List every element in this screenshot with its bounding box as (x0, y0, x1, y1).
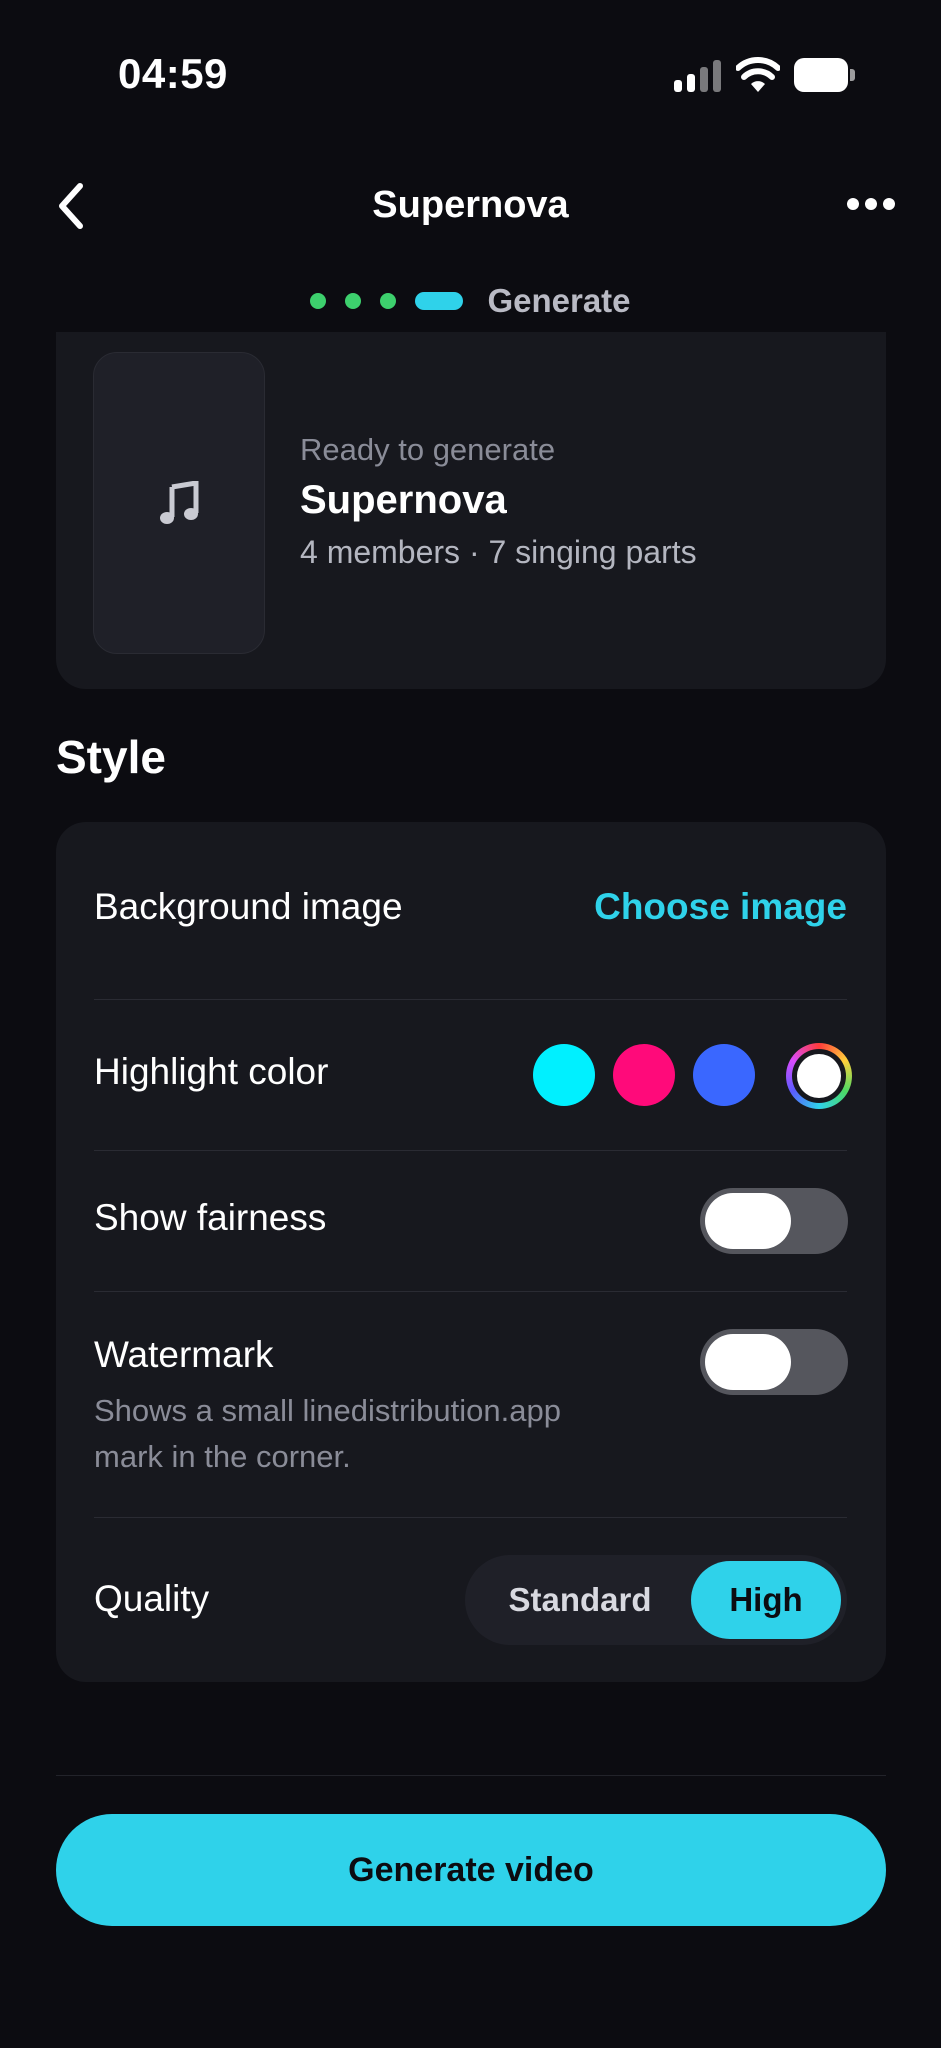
divider (94, 1150, 847, 1151)
step-current-pill (415, 292, 464, 310)
music-note-icon (160, 481, 199, 524)
swatch-pink[interactable] (613, 1044, 675, 1106)
song-meta: 4 members · 7 singing parts (300, 534, 697, 570)
quality-option-standard[interactable]: Standard (465, 1561, 695, 1639)
choose-image-button[interactable]: Choose image (594, 886, 847, 928)
custom-color-picker[interactable] (786, 1043, 852, 1109)
quality-label: Quality (94, 1578, 210, 1619)
footer-divider (56, 1775, 886, 1776)
section-heading-style: Style (56, 731, 166, 783)
divider (94, 1291, 847, 1292)
cellular-signal-icon (674, 60, 722, 92)
divider (94, 999, 847, 1000)
step-done-dot (345, 293, 362, 309)
step-indicator: Generate (0, 282, 941, 320)
page-title: Supernova (372, 184, 569, 226)
show-fairness-label: Show fairness (94, 1197, 327, 1238)
swatch-cyan[interactable] (533, 1044, 595, 1106)
quality-segmented-control: Standard High (465, 1555, 847, 1645)
highlight-color-label: Highlight color (94, 1051, 329, 1092)
wifi-icon (735, 56, 781, 94)
song-name: Supernova (300, 478, 507, 522)
watermark-label: Watermark (94, 1334, 274, 1375)
watermark-toggle[interactable] (700, 1329, 848, 1395)
swatch-blue[interactable] (693, 1044, 755, 1106)
background-image-label: Background image (94, 886, 403, 927)
more-options-icon[interactable] (846, 196, 896, 212)
step-label: Generate (487, 282, 631, 319)
song-status: Ready to generate (300, 432, 556, 467)
show-fairness-toggle[interactable] (700, 1188, 848, 1254)
status-time: 04:59 (118, 50, 228, 97)
quality-option-high[interactable]: High (691, 1561, 841, 1639)
step-done-dot (310, 293, 327, 309)
battery-icon (794, 58, 856, 92)
generate-video-button[interactable]: Generate video (56, 1814, 886, 1926)
divider (94, 1517, 847, 1518)
watermark-description: Shows a small linedistribution.app mark … (94, 1393, 561, 1474)
step-done-dot (380, 293, 397, 309)
song-thumbnail (93, 352, 265, 654)
